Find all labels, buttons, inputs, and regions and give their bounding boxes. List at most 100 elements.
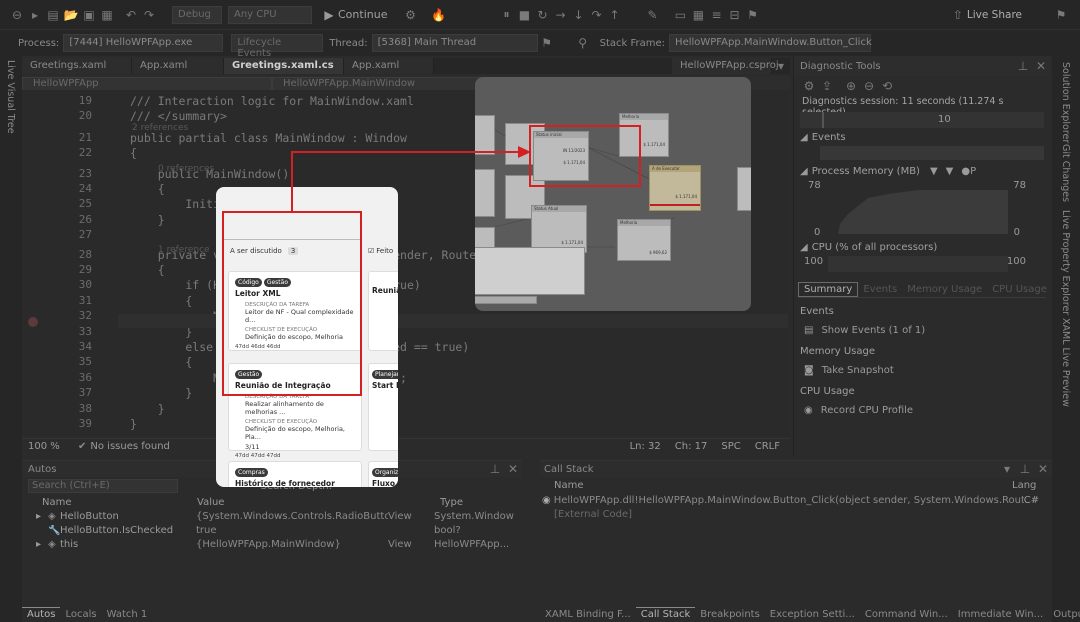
callstack-close-icon[interactable]: ✕: [1034, 462, 1052, 476]
code-line[interactable]: }: [130, 213, 165, 227]
expand-icon[interactable]: ▸: [36, 511, 48, 522]
callstack-dropdown-icon[interactable]: ▾: [998, 462, 1016, 476]
tab-command-window[interactable]: Command Win...: [860, 608, 953, 621]
bookmark-icon[interactable]: ⚑: [743, 8, 761, 22]
live-share-button[interactable]: Live Share: [967, 9, 1022, 21]
pin-icon[interactable]: ⊥: [1014, 59, 1032, 73]
flow-node-executar[interactable]: A de Executar $ 1.171,04: [649, 165, 701, 211]
tab-autos[interactable]: Autos: [22, 607, 61, 621]
save-all-icon[interactable]: ▦: [98, 8, 116, 22]
tab-breakpoints[interactable]: Breakpoints: [695, 608, 765, 621]
restart-icon[interactable]: ↻: [533, 8, 551, 22]
code-line[interactable]: {: [130, 146, 137, 160]
step-out-icon[interactable]: ↑: [605, 8, 623, 22]
show-next-icon[interactable]: →: [551, 8, 569, 22]
tab-immediate-window[interactable]: Immediate Win...: [953, 608, 1048, 621]
hot-reload-icon[interactable]: 🔥: [429, 8, 447, 22]
pause-icon[interactable]: ⏸: [497, 7, 515, 22]
code-line[interactable]: /// </summary>: [130, 109, 227, 123]
flow-node-right-edge[interactable]: [737, 167, 751, 211]
stackframe-dropdown[interactable]: HelloWPFApp.MainWindow.Button_Click: [669, 34, 872, 52]
tab-app-xaml-2[interactable]: App.xaml: [344, 58, 434, 74]
flow-node-status-atual[interactable]: Status Atual $ 1.171,04: [531, 205, 587, 253]
expand-icon[interactable]: ▸: [36, 539, 48, 550]
zoom-out-icon[interactable]: ⊖: [860, 79, 878, 93]
project-nav-dropdown[interactable]: HelloWPFApp: [22, 77, 272, 91]
tab-greetings-xaml-cs[interactable]: Greetings.xaml.cs: [224, 58, 344, 74]
tab-exception-settings[interactable]: Exception Setti...: [765, 608, 860, 621]
tab-greetings-xaml[interactable]: Greetings.xaml: [22, 58, 132, 74]
cs-col-lang[interactable]: Lang: [1012, 480, 1036, 491]
collapse-cpu-icon[interactable]: ◢: [800, 242, 808, 253]
undo-icon[interactable]: ↶: [122, 8, 140, 22]
code-line[interactable]: /// Interaction logic for MainWindow.xam…: [130, 94, 414, 108]
attach-icon[interactable]: ⚙: [401, 8, 419, 22]
show-events-button[interactable]: ▤ Show Events (1 of 1): [794, 321, 1050, 340]
memory-graph[interactable]: 78 78 0 0: [800, 180, 1044, 238]
config-dropdown[interactable]: Debug: [172, 5, 222, 24]
platform-dropdown[interactable]: Any CPU: [228, 5, 312, 24]
codelens-1ref[interactable]: 1 reference: [158, 245, 210, 255]
record-cpu-button[interactable]: ◉ Record CPU Profile: [794, 401, 1050, 420]
xaml-live-preview-tab[interactable]: XAML Live Preview: [1060, 318, 1071, 407]
redo-icon[interactable]: ↷: [140, 8, 158, 22]
feedback-icon[interactable]: ⚑: [1052, 8, 1070, 22]
callstack-row-current[interactable]: ◉ HelloWPFApp.dll!HelloWPFApp.MainWindow…: [540, 493, 1052, 507]
flow-node-melhoria-2[interactable]: Melhoria $ 969,62: [617, 219, 671, 261]
code-line[interactable]: {: [130, 294, 192, 308]
tab-summary[interactable]: Summary: [798, 282, 859, 297]
autos-row[interactable]: ▸ ◈ this {HelloWPFApp.MainWindow} View HelloW…: [22, 537, 522, 551]
collapse-memory-icon[interactable]: ◢: [800, 166, 808, 177]
code-line[interactable]: }: [130, 402, 165, 416]
zoom-level[interactable]: 100 %: [28, 441, 78, 452]
code-line[interactable]: }: [130, 386, 192, 400]
autos-close-icon[interactable]: ✕: [504, 462, 522, 476]
tab-events[interactable]: Events: [858, 283, 902, 296]
reset-view-icon[interactable]: ⟲: [878, 79, 896, 93]
misc-icon[interactable]: ✎: [643, 8, 661, 22]
export-icon[interactable]: ⇪: [818, 79, 836, 93]
autos-row[interactable]: ▸ ◈ HelloButton {System.Windows.Controls.Ra…: [22, 509, 522, 523]
save-icon[interactable]: ▣: [80, 8, 98, 22]
tab-app-xaml[interactable]: App.xaml: [132, 58, 224, 74]
solution-explorer-tab[interactable]: Solution Explorer: [1060, 62, 1071, 143]
flag-icon[interactable]: ⚑: [538, 36, 556, 50]
step-into-icon[interactable]: ↓: [569, 8, 587, 22]
code-line[interactable]: {: [130, 182, 165, 196]
line-ending-indicator[interactable]: CRLF: [755, 441, 780, 452]
tab-locals[interactable]: Locals: [60, 608, 101, 621]
filter-icon[interactable]: ⚲: [574, 36, 592, 50]
stop-icon[interactable]: ■: [515, 8, 533, 22]
continue-button[interactable]: Continue: [338, 8, 387, 21]
flow-node-left2[interactable]: [475, 169, 495, 217]
codelens-2refs[interactable]: 2 references: [132, 123, 188, 133]
layout-icon[interactable]: ▭: [671, 8, 689, 22]
settings-icon[interactable]: ⚙: [800, 79, 818, 93]
tab-cpu-usage[interactable]: CPU Usage: [987, 283, 1052, 296]
tab-call-stack[interactable]: Call Stack: [635, 607, 696, 621]
git-changes-tab[interactable]: Git Changes: [1060, 144, 1071, 202]
col-name[interactable]: Name: [42, 497, 197, 508]
callstack-pin-icon[interactable]: ⊥: [1016, 462, 1034, 476]
forward-icon[interactable]: ▸: [26, 8, 44, 22]
timeline-ruler[interactable]: 10: [800, 112, 1044, 128]
close-icon[interactable]: ✕: [1032, 59, 1050, 73]
tab-overflow-icon[interactable]: ▾: [772, 59, 790, 73]
code-line[interactable]: {: [130, 355, 192, 369]
back-icon[interactable]: ⊖: [8, 8, 26, 22]
autos-pin-icon[interactable]: ⊥: [486, 462, 504, 476]
zoom-in-icon[interactable]: ⊕: [842, 79, 860, 93]
process-dropdown[interactable]: [7444] HelloWPFApp.exe: [63, 34, 224, 52]
step-over-icon[interactable]: ↷: [587, 8, 605, 22]
code-line[interactable]: {: [130, 263, 165, 277]
kanban-card-partial[interactable]: Organiz Fluxo: [368, 461, 398, 487]
whitespace-indicator[interactable]: SPC: [721, 441, 740, 452]
kanban-card-partial[interactable]: Planejan Start R: [368, 363, 398, 451]
flow-footer-bar[interactable]: [475, 296, 537, 304]
flow-list-panel[interactable]: [475, 247, 585, 295]
tab-output[interactable]: Output: [1048, 608, 1080, 621]
events-track[interactable]: [820, 146, 1044, 160]
grid-icon[interactable]: ▦: [689, 8, 707, 22]
open-icon[interactable]: 📂: [62, 8, 80, 22]
autos-search-input[interactable]: Search (Ctrl+E): [28, 479, 178, 493]
